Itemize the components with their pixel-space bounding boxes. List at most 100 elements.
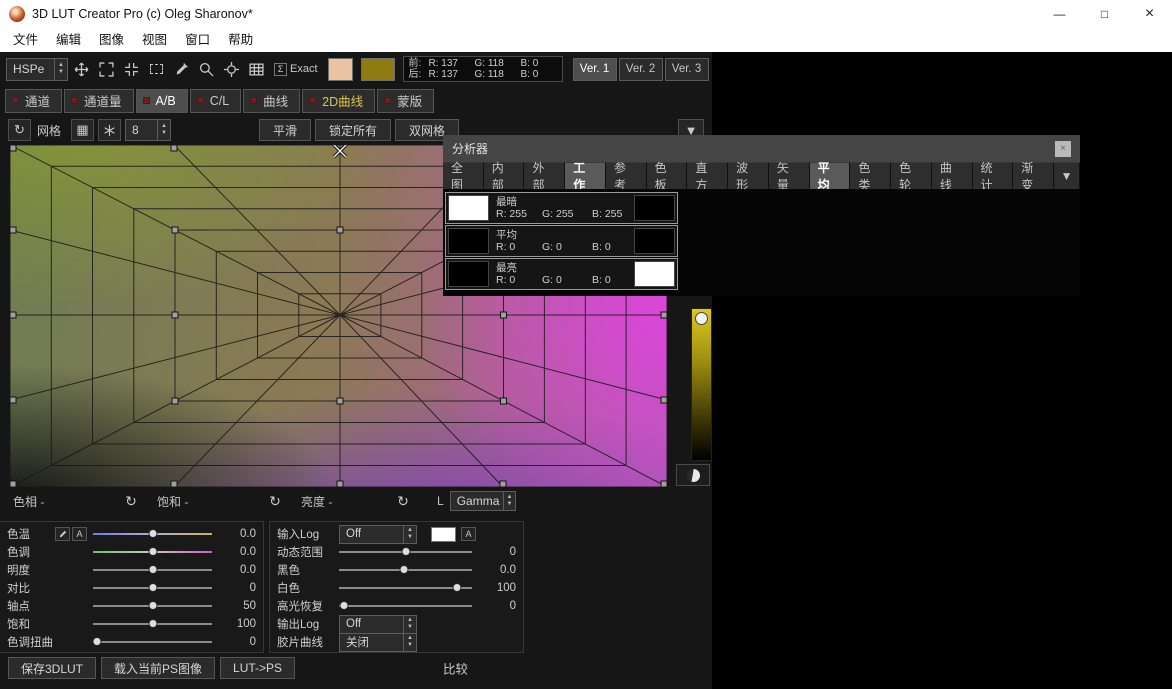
menu-view[interactable]: 视图 — [133, 28, 176, 52]
save-3dlut-button[interactable]: 保存3DLUT — [8, 657, 96, 679]
main-tabbar: 通道 通道量 A/B C/L 曲线 2D曲线 蒙版 — [0, 86, 712, 115]
saturation-slider[interactable] — [93, 623, 212, 625]
analyzer-close-icon[interactable]: × — [1055, 141, 1071, 157]
menu-file[interactable]: 文件 — [4, 28, 47, 52]
table-grid-icon[interactable] — [245, 58, 268, 81]
analyzer-tab-curves[interactable]: 曲线 — [932, 162, 973, 189]
luminance-reset-icon[interactable]: ↻ — [393, 493, 413, 510]
minimize-button[interactable]: — — [1037, 0, 1082, 28]
titlebar: 3D LUT Creator Pro (c) Oleg Sharonov* — … — [0, 0, 1172, 28]
film-curve-select[interactable]: 关闭 ▲▼ — [339, 633, 417, 652]
tab-cl[interactable]: C/L — [190, 89, 241, 113]
grid-pattern-icon[interactable]: ▦ — [71, 119, 94, 141]
input-log-select[interactable]: Off ▲▼ — [339, 525, 417, 544]
move-tool-icon[interactable] — [70, 58, 93, 81]
temperature-slider[interactable] — [93, 533, 212, 535]
log-panel: 输入Log Off ▲▼ A 动态范围 0 黑色 — [269, 521, 524, 653]
analyzer-tab-outer[interactable]: 外部 — [524, 162, 565, 189]
hue-mode-label[interactable]: 色相 - — [13, 493, 44, 510]
tab-channels[interactable]: 通道 — [5, 89, 62, 113]
marquee-select-icon[interactable] — [145, 58, 168, 81]
eyedropper-icon[interactable] — [170, 58, 193, 81]
analyzer-tab-full-image[interactable]: 全图 — [443, 162, 484, 189]
auto-log-button[interactable]: A — [461, 527, 476, 541]
saturation-mode-label[interactable]: 饱和 - — [157, 493, 188, 510]
maximize-button[interactable]: □ — [1082, 0, 1127, 28]
analyzer-tabbar: 全图 内部 外部 工作 参考 色板 直方 波形 矢量 平均 色类 色轮 曲线 统… — [443, 162, 1080, 189]
target-picker-icon[interactable] — [220, 58, 243, 81]
fit-view-icon[interactable] — [95, 58, 118, 81]
spinner-arrows[interactable]: ▲▼ — [503, 492, 514, 510]
luminance-slider-handle[interactable] — [695, 312, 708, 325]
tint-slider[interactable] — [93, 551, 212, 553]
lightness-slider[interactable] — [93, 569, 212, 571]
before-color-swatch[interactable] — [328, 58, 353, 81]
color-mode-select[interactable]: HSPe ▲▼ — [6, 58, 68, 81]
compare-button[interactable]: 比较 — [443, 659, 468, 678]
tint-row: 色调 0.0 — [7, 543, 256, 561]
analyzer-tab-gradient[interactable]: 渐变 — [1013, 162, 1054, 189]
spinner-arrows[interactable]: ▲▼ — [403, 616, 416, 633]
saturation-reset-icon[interactable]: ↻ — [265, 493, 285, 510]
analyzer-tab-reference[interactable]: 参考 — [606, 162, 647, 189]
lock-all-button[interactable]: 锁定所有 — [315, 119, 391, 141]
night-mode-button[interactable] — [676, 464, 710, 486]
lut-to-ps-button[interactable]: LUT->PS — [220, 657, 295, 679]
analyzer-tab-average[interactable]: 平均 — [810, 162, 851, 189]
darkest-row: 最暗 R: 255G: 255B: 255 — [445, 192, 678, 224]
analyzer-titlebar[interactable]: 分析器 × — [443, 135, 1080, 162]
analyzer-tab-waveform[interactable]: 波形 — [728, 162, 769, 189]
tab-grip — [12, 97, 19, 104]
tab-ab[interactable]: A/B — [136, 89, 188, 113]
analyzer-tab-working[interactable]: 工作 — [565, 162, 606, 189]
pivot-slider[interactable] — [93, 605, 212, 607]
analyzer-tab-vectorscope[interactable]: 矢量 — [769, 162, 810, 189]
collapse-view-icon[interactable] — [120, 58, 143, 81]
tab-curves[interactable]: 曲线 — [243, 89, 300, 113]
highlight-recovery-slider[interactable] — [339, 605, 472, 607]
spinner-arrows[interactable]: ▲▼ — [403, 526, 416, 543]
radial-grid-icon[interactable] — [98, 119, 121, 141]
log-color-swatch[interactable] — [431, 527, 456, 542]
analyzer-tab-histogram[interactable]: 直方 — [687, 162, 728, 189]
zoom-icon[interactable] — [195, 58, 218, 81]
luminance-mode-label[interactable]: 亮度 - — [301, 493, 332, 510]
eyedropper-small-icon[interactable] — [55, 527, 70, 541]
tab-channel-volume[interactable]: 通道量 — [64, 89, 134, 113]
load-ps-image-button[interactable]: 载入当前PS图像 — [101, 657, 215, 679]
menu-help[interactable]: 帮助 — [219, 28, 262, 52]
auto-temperature-button[interactable]: A — [72, 527, 87, 541]
version-3-button[interactable]: Ver. 3 — [665, 58, 709, 81]
analyzer-more-dropdown-icon[interactable]: ▼ — [1054, 162, 1080, 189]
spinner-arrows[interactable]: ▲▼ — [403, 634, 416, 651]
white-slider[interactable] — [339, 587, 472, 589]
version-1-button[interactable]: Ver. 1 — [573, 58, 617, 81]
hue-reset-icon[interactable]: ↻ — [121, 493, 141, 510]
menu-edit[interactable]: 编辑 — [47, 28, 90, 52]
grid-reset-icon[interactable]: ↻ — [8, 119, 31, 141]
gamma-select[interactable]: Gamma ▲▼ — [450, 491, 516, 511]
version-2-button[interactable]: Ver. 2 — [619, 58, 663, 81]
grid-size-stepper[interactable]: 8 ▲▼ — [125, 119, 171, 141]
analyzer-tab-color-class[interactable]: 色类 — [850, 162, 891, 189]
contrast-slider[interactable] — [93, 587, 212, 589]
analyzer-tab-statistics[interactable]: 统计 — [973, 162, 1014, 189]
spinner-arrows[interactable]: ▲▼ — [54, 59, 67, 80]
analyzer-tab-inner[interactable]: 内部 — [484, 162, 525, 189]
smooth-button[interactable]: 平滑 — [259, 119, 311, 141]
after-color-swatch[interactable] — [361, 58, 395, 81]
exact-toggle[interactable]: Σ Exact — [274, 63, 318, 76]
tab-mask[interactable]: 蒙版 — [377, 89, 434, 113]
analyzer-tab-palette[interactable]: 色板 — [647, 162, 688, 189]
output-log-select[interactable]: Off ▲▼ — [339, 615, 417, 634]
black-slider[interactable] — [339, 569, 472, 571]
tab-2d-curves[interactable]: 2D曲线 — [302, 89, 375, 113]
luminance-gradient-strip[interactable] — [691, 308, 712, 461]
spinner-arrows[interactable]: ▲▼ — [157, 120, 170, 140]
close-button[interactable]: × — [1127, 0, 1172, 28]
analyzer-tab-color-wheel[interactable]: 色轮 — [891, 162, 932, 189]
dynamic-range-slider[interactable] — [339, 551, 472, 553]
hue-twist-slider[interactable] — [93, 641, 212, 643]
menu-image[interactable]: 图像 — [90, 28, 133, 52]
menu-window[interactable]: 窗口 — [176, 28, 219, 52]
